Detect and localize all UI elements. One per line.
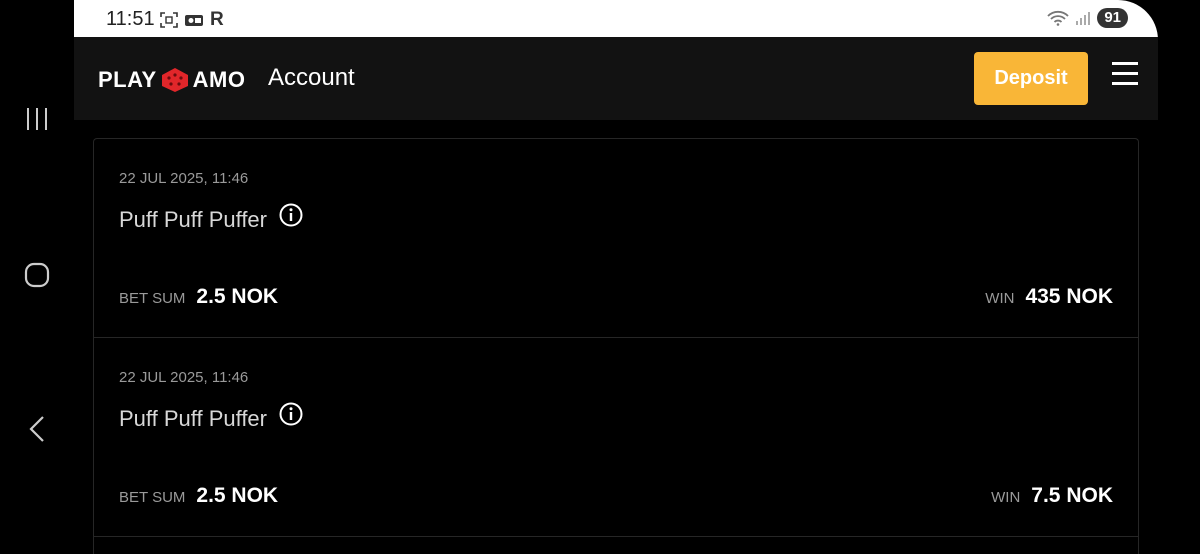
- info-icon[interactable]: [279, 203, 303, 227]
- system-status-icons: 91: [1047, 8, 1128, 28]
- win-label: WIN: [985, 290, 1015, 307]
- notification-icons: R: [160, 9, 224, 31]
- win-label: WIN: [991, 489, 1021, 506]
- bet-sum-label: BET SUM: [119, 290, 186, 307]
- carrier-icon: R: [210, 9, 224, 30]
- recent-apps-button[interactable]: [0, 106, 74, 132]
- info-icon[interactable]: [279, 402, 303, 426]
- game-row: Puff Puff Puffer: [119, 203, 303, 233]
- back-icon: [29, 416, 44, 442]
- status-bar: 11:51 R 91: [74, 0, 1158, 37]
- logo-text-left: PLAY: [98, 67, 157, 92]
- win-amount: WIN 435 NOK: [985, 285, 1113, 309]
- wifi-icon: [1047, 10, 1069, 26]
- playamo-logo[interactable]: PLAY AMO: [98, 67, 245, 93]
- game-name: Puff Puff Puffer: [119, 207, 267, 232]
- page-title: Account: [268, 64, 355, 91]
- bet-sum-label: BET SUM: [119, 489, 186, 506]
- bet-sum: BET SUM 2.5 NOK: [119, 285, 278, 309]
- history-card: [93, 536, 1139, 554]
- history-card: 22 JUL 2025, 11:46 Puff Puff Puffer BET …: [93, 337, 1139, 536]
- bet-sum: BET SUM 2.5 NOK: [119, 484, 278, 508]
- battery-indicator: 91: [1097, 8, 1128, 28]
- signal-icon: [1076, 12, 1091, 25]
- history-date: 22 JUL 2025, 11:46: [119, 369, 249, 386]
- dice-icon: [161, 68, 188, 92]
- screenshot-icon: [160, 12, 178, 28]
- bet-sum-value: 2.5 NOK: [196, 285, 279, 308]
- win-amount: WIN 7.5 NOK: [991, 484, 1113, 508]
- win-value: 7.5 NOK: [1031, 484, 1113, 507]
- hamburger-menu-icon[interactable]: [1112, 62, 1138, 86]
- clock: 11:51: [106, 8, 155, 30]
- phone-screen: 11:51 R 91 PLAY AMO Account Deposit 22 J…: [74, 0, 1158, 554]
- game-history-list: 22 JUL 2025, 11:46 Puff Puff Puffer BET …: [93, 138, 1139, 554]
- win-value: 435 NOK: [1025, 285, 1113, 308]
- vpn-icon: [185, 15, 203, 26]
- home-button[interactable]: [0, 261, 74, 289]
- system-nav-bar: [0, 0, 74, 554]
- history-date: 22 JUL 2025, 11:46: [119, 170, 249, 187]
- app-header: PLAY AMO Account Deposit: [74, 37, 1158, 120]
- home-icon: [24, 262, 50, 288]
- game-name: Puff Puff Puffer: [119, 406, 267, 431]
- history-card: 22 JUL 2025, 11:46 Puff Puff Puffer BET …: [93, 138, 1139, 337]
- back-button[interactable]: [0, 414, 74, 444]
- recent-apps-icon: [27, 108, 47, 130]
- game-row: Puff Puff Puffer: [119, 402, 303, 432]
- logo-text-right: AMO: [192, 67, 246, 92]
- deposit-button[interactable]: Deposit: [974, 52, 1088, 105]
- bet-sum-value: 2.5 NOK: [196, 484, 279, 507]
